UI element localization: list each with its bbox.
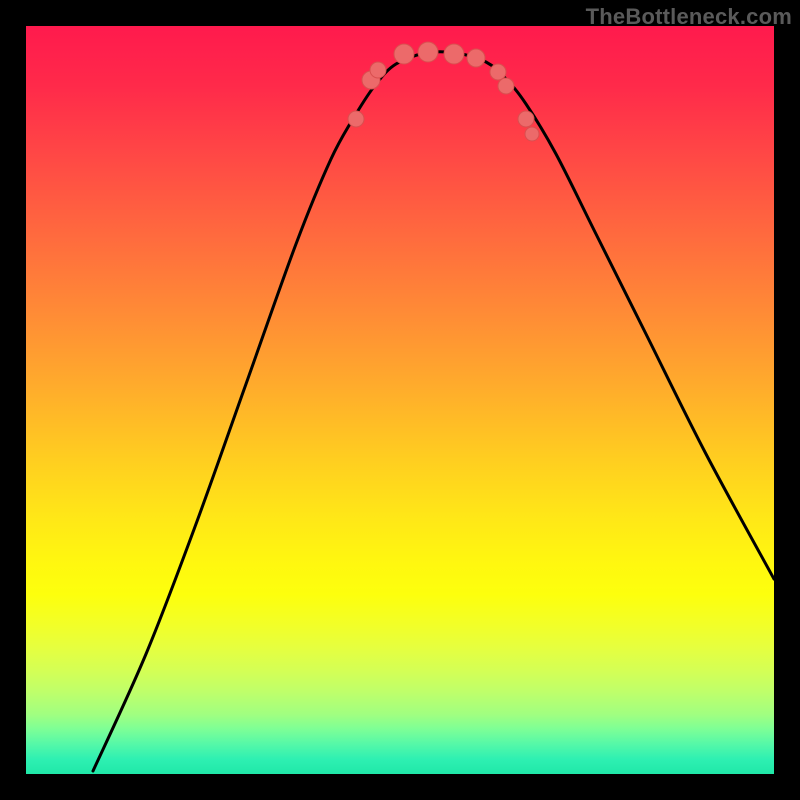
chart-svg	[26, 26, 774, 774]
curve-marker	[348, 111, 364, 127]
curve-marker	[518, 111, 534, 127]
curve-markers	[348, 42, 539, 141]
watermark-text: TheBottleneck.com	[586, 4, 792, 30]
curve-marker	[394, 44, 414, 64]
bottleneck-curve	[93, 52, 774, 771]
curve-marker	[444, 44, 464, 64]
chart-plot-area	[26, 26, 774, 774]
curve-marker	[370, 62, 386, 78]
chart-frame: TheBottleneck.com	[0, 0, 800, 800]
curve-marker	[525, 127, 539, 141]
curve-marker	[418, 42, 438, 62]
curve-marker	[498, 78, 514, 94]
curve-marker	[467, 49, 485, 67]
curve-marker	[490, 64, 506, 80]
